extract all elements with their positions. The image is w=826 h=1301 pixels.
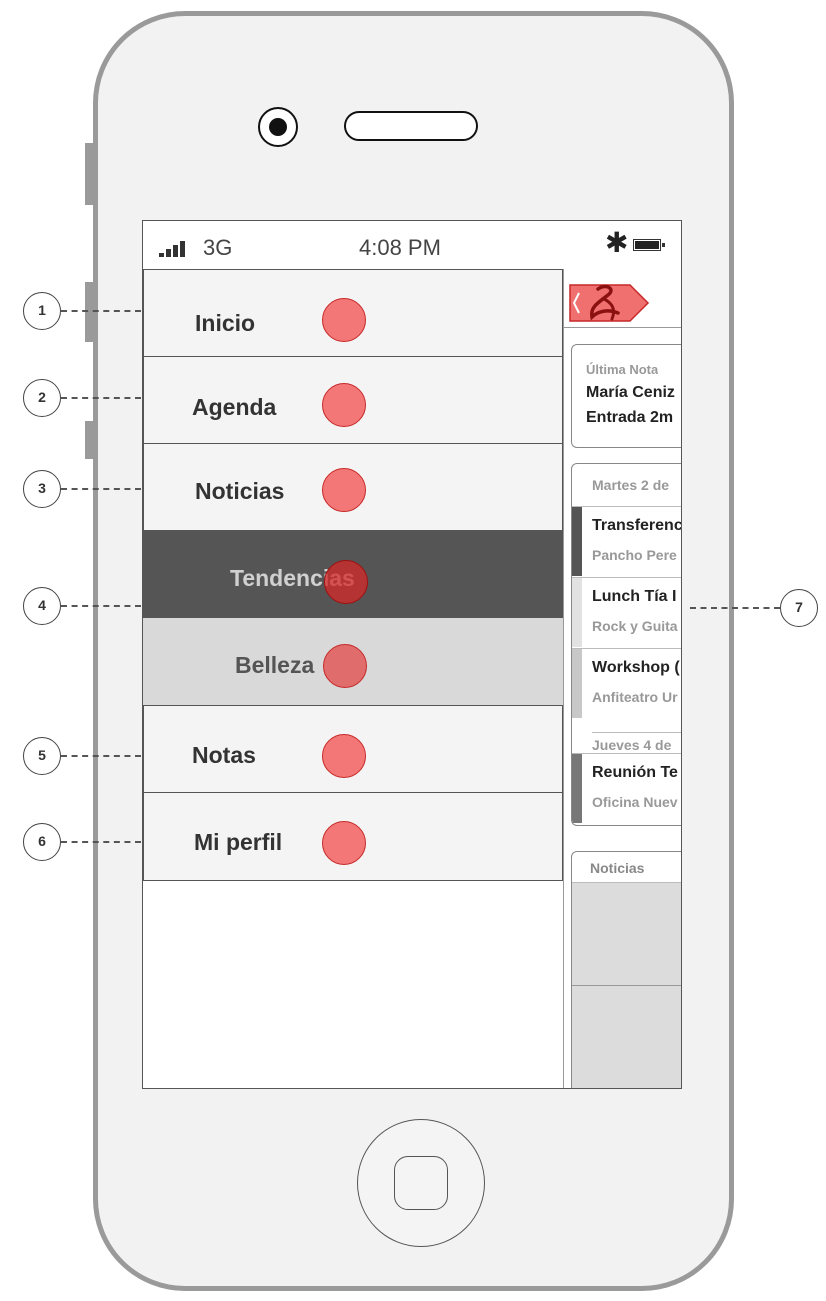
hotspot-marker [324, 560, 368, 604]
annotation-connector [61, 841, 141, 843]
annotation-callout: 4 [23, 587, 61, 625]
bluetooth-icon: ✱ [605, 227, 629, 258]
annotation-connector [61, 488, 141, 490]
annotation-connector [61, 397, 141, 399]
main-content-peek[interactable]: Última Nota María Ceniz Entrada 2m Marte… [563, 269, 682, 1088]
screen: 3G 4:08 PM ✱ Inicio Agenda Noticias Tend… [142, 220, 682, 1089]
last-note-title: María Ceniz [586, 384, 675, 401]
event-title: Workshop ( [592, 659, 680, 676]
agenda-card[interactable]: Martes 2 de Transferenc Pancho Pere Lunc… [571, 463, 682, 826]
front-camera [258, 107, 298, 147]
menu-item-inicio[interactable]: Inicio [143, 269, 563, 357]
agenda-event[interactable]: Reunión Te Oficina Nuev [572, 753, 681, 823]
volume-down-button [85, 421, 93, 459]
news-heading: Noticias [590, 860, 645, 876]
menu-item-agenda[interactable]: Agenda [143, 356, 563, 444]
brand-logo-icon[interactable] [568, 281, 650, 325]
menu-item-belleza[interactable]: Belleza [143, 618, 563, 706]
menu-item-label: Agenda [192, 394, 277, 420]
news-card[interactable]: Noticias [571, 851, 681, 1088]
news-image-placeholder[interactable] [572, 882, 681, 987]
event-subtitle: Rock y Guita [592, 618, 678, 634]
menu-item-tendencias[interactable]: Tendencias [143, 530, 563, 619]
annotation-connector [690, 607, 780, 609]
annotation-callout: 7 [780, 589, 818, 627]
annotation-callout: 5 [23, 737, 61, 775]
annotation-callout: 3 [23, 470, 61, 508]
clock: 4:08 PM [359, 235, 441, 260]
menu-item-label: Notas [192, 742, 256, 768]
annotation-callout: 1 [23, 292, 61, 330]
event-title: Transferenc [592, 517, 682, 534]
menu-item-mi-perfil[interactable]: Mi perfil [143, 792, 563, 881]
annotation-connector [61, 310, 141, 312]
hotspot-marker [322, 383, 366, 427]
hotspot-marker [322, 821, 366, 865]
annotation-connector [61, 605, 141, 607]
menu-item-notas[interactable]: Notas [143, 705, 563, 793]
menu-item-label: Belleza [235, 652, 315, 678]
news-image-placeholder[interactable] [572, 986, 681, 1088]
annotation-connector [61, 755, 141, 757]
last-note-heading: Última Nota [586, 362, 659, 377]
event-title: Reunión Te [592, 764, 678, 781]
agenda-day-header: Jueves 4 de [592, 732, 681, 753]
event-subtitle: Anfiteatro Ur [592, 689, 678, 705]
hotspot-marker [322, 298, 366, 342]
agenda-event[interactable]: Lunch Tía I Rock y Guita [572, 577, 681, 647]
hotspot-marker [323, 644, 367, 688]
network-type: 3G [203, 235, 233, 260]
home-button[interactable] [357, 1119, 485, 1247]
annotation-callout: 6 [23, 823, 61, 861]
mute-switch [85, 143, 93, 205]
battery-icon [633, 239, 665, 251]
volume-up-button [85, 282, 93, 342]
menu-item-label: Inicio [195, 310, 256, 336]
event-title: Lunch Tía I [592, 588, 677, 605]
annotation-callout: 2 [23, 379, 61, 417]
menu-item-label: Mi perfil [194, 829, 283, 855]
last-note-subtitle: Entrada 2m [586, 409, 674, 426]
menu-item-noticias[interactable]: Noticias [143, 443, 563, 531]
agenda-day-header: Martes 2 de [592, 477, 670, 493]
agenda-event[interactable]: Transferenc Pancho Pere [572, 506, 682, 576]
home-button-square-icon [394, 1156, 448, 1210]
earpiece-speaker [344, 111, 478, 141]
menu-item-label: Noticias [195, 478, 285, 504]
event-subtitle: Oficina Nuev [592, 794, 678, 810]
status-bar: 3G 4:08 PM ✱ [143, 221, 681, 269]
divider [564, 327, 681, 328]
agenda-event[interactable]: Workshop ( Anfiteatro Ur [572, 648, 681, 718]
last-note-card[interactable]: Última Nota María Ceniz Entrada 2m [571, 344, 681, 448]
hotspot-marker [322, 734, 366, 778]
hotspot-marker [322, 468, 366, 512]
event-subtitle: Pancho Pere [592, 547, 677, 563]
